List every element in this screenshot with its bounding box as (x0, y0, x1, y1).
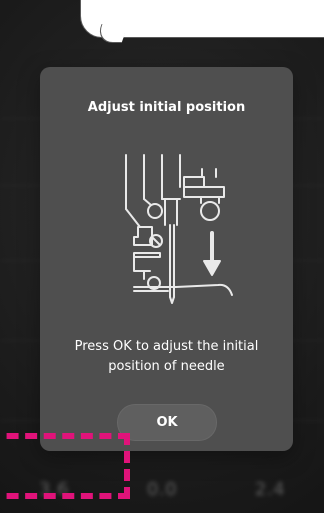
background-value-2: 0.0 (146, 478, 178, 500)
ok-button[interactable]: OK (117, 404, 217, 441)
dialog-title: Adjust initial position (87, 100, 246, 115)
needle-adjust-illustration-icon (98, 153, 243, 318)
adjust-position-dialog: Adjust initial position Press OK to adju… (40, 67, 293, 451)
highlight-box (0, 433, 130, 499)
background-value-3: 2.4 (254, 478, 286, 500)
screen: 3.6 0.0 2.4 Adjust initial position Pres… (0, 0, 324, 513)
dialog-message: Press OK to adjust the initial position … (74, 339, 259, 374)
